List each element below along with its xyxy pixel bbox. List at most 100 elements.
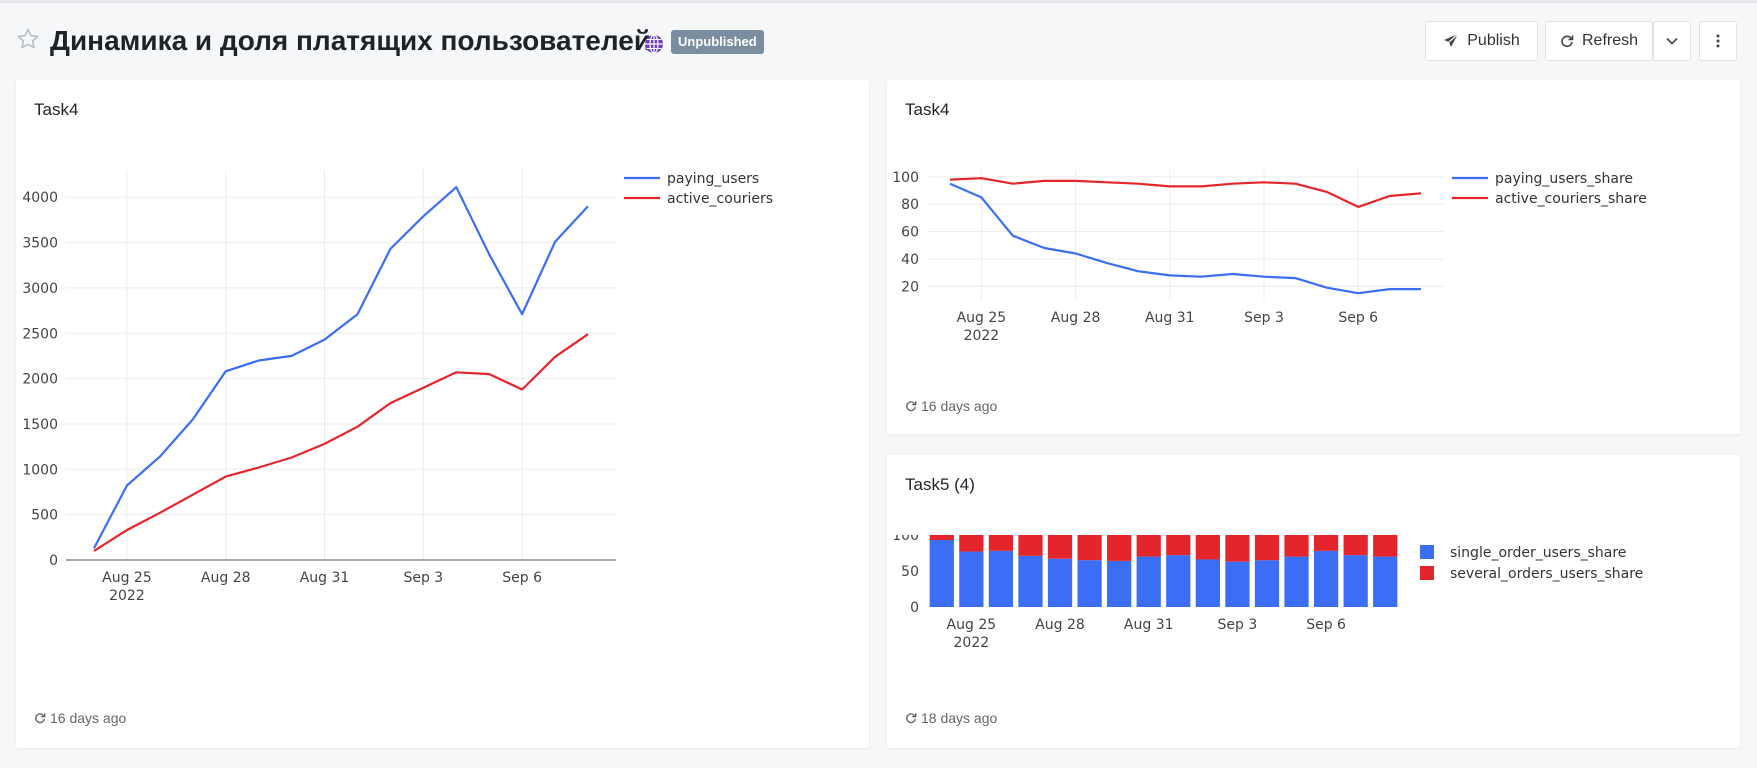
stacked-bar-chart-order-shares: 0 50 100 Aug 25 2022 Aug 28 Aug 31 Sep 3 Sep 6 si… [892,535,1643,651]
last-updated-text: 18 days ago [921,710,998,726]
series-line-paying_users_share [949,182,1421,295]
x-tick-label: Aug 28 [201,570,251,586]
publish-label: Publish [1467,32,1520,49]
card-footer: 18 days ago [905,710,997,726]
more-actions-button[interactable] [1699,21,1737,61]
y-tick-label: 50 [901,564,919,580]
bar-single_order_users_share [1107,560,1132,607]
y-tick-label: 1500 [22,417,58,433]
x-tick-label: Sep 6 [1338,310,1378,326]
globe-icon [645,34,663,54]
bar-single_order_users_share [988,550,1014,607]
refresh-button[interactable]: Refresh [1545,21,1653,61]
x-tick-sublabel: 2022 [109,588,145,604]
card-title: Task5 (4) [905,475,975,494]
x-tick-sublabel: 2022 [964,328,1000,344]
y-tick-label: 2500 [22,326,58,342]
y-tick-label: 100 [892,535,919,544]
bar-several_orders_users_share [1313,535,1339,551]
bar-several_orders_users_share [1107,535,1132,561]
y-tick-label: 3000 [22,281,58,297]
bar-several_orders_users_share [1254,535,1280,561]
bar-several_orders_users_share [1225,535,1250,562]
bar-several_orders_users_share [929,535,954,541]
bar-several_orders_users_share [1166,535,1191,556]
bar-single_order_users_share [1047,558,1073,607]
bar-several_orders_users_share [988,535,1014,551]
y-tick-label: 1000 [22,462,58,478]
bar-single_order_users_share [1343,555,1368,607]
legend-swatch [1420,545,1434,559]
refresh-icon [1561,35,1574,48]
status-badge: Unpublished [671,30,764,54]
y-tick-label: 40 [901,252,919,268]
x-tick-label: Sep 3 [403,570,443,586]
publish-button[interactable]: Publish [1425,21,1538,61]
x-tick-label: Sep 6 [502,570,542,586]
bar-single_order_users_share [1166,555,1191,607]
bar-single_order_users_share [1373,556,1398,607]
page-title: Динамика и доля платящих пользователей [50,25,652,56]
bar-several_orders_users_share [1284,535,1309,557]
bar-several_orders_users_share [1343,535,1368,556]
legend-label: active_couriers_share [1495,191,1647,207]
legend-label: single_order_users_share [1450,545,1626,561]
y-tick-label: 500 [31,508,58,524]
legend-label: paying_users [667,171,759,187]
x-tick-label: Aug 25 [957,310,1007,326]
chevron-down-icon [1666,37,1678,45]
bar-single_order_users_share [929,540,954,607]
y-tick-label: 0 [910,600,919,616]
star-outline-icon[interactable] [16,27,40,51]
line-chart-shares: 20 40 60 80 100 Aug 25 2022 Aug 28 Aug 31 Sep 3 Se… [892,170,1647,344]
refresh-icon [906,401,917,412]
paper-plane-icon [1444,33,1459,47]
bar-single_order_users_share [959,551,984,607]
vertical-dots-icon [1716,34,1720,48]
y-tick-label: 4000 [22,190,58,206]
card-footer: 16 days ago [905,398,997,414]
bar-single_order_users_share [1284,556,1309,607]
line-chart-paying-users: 0 500 1000 1500 2000 2500 3000 3500 4000 Aug 25 20… [22,170,773,604]
y-tick-label: 0 [49,553,58,569]
legend-label: active_couriers [667,191,773,207]
bar-single_order_users_share [1254,560,1280,607]
bar-single_order_users_share [1136,556,1161,607]
y-tick-label: 60 [901,225,919,241]
bar-several_orders_users_share [959,535,984,552]
x-tick-label: Aug 28 [1035,617,1085,633]
bar-single_order_users_share [1313,550,1339,607]
chart-card-task5: Task5 (4) 0 50 100 Aug 25 2022 Aug 28 Aug 31 Se… [887,455,1740,748]
last-updated-text: 16 days ago [50,710,127,726]
bar-several_orders_users_share [1195,535,1220,560]
y-tick-label: 2000 [22,372,58,388]
x-tick-label: Sep 3 [1244,310,1284,326]
x-tick-label: Aug 25 [947,617,997,633]
legend-label: several_orders_users_share [1450,566,1643,582]
chart-card-task4-counts: Task4 0 500 1000 1500 2000 2500 3000 3500 4000 Au… [16,80,869,748]
refresh-label: Refresh [1581,32,1639,49]
bar-several_orders_users_share [1077,535,1102,561]
bar-several_orders_users_share [1018,535,1043,556]
x-tick-label: Sep 6 [1306,617,1346,633]
x-tick-label: Aug 31 [1145,310,1195,326]
x-tick-sublabel: 2022 [954,635,990,651]
bar-several_orders_users_share [1047,535,1073,559]
x-tick-label: Sep 3 [1218,617,1258,633]
bar-single_order_users_share [1195,559,1220,607]
bar-single_order_users_share [1225,561,1250,607]
bar-single_order_users_share [1018,555,1043,607]
y-tick-label: 20 [901,279,919,295]
bar-single_order_users_share [1077,560,1102,607]
bar-several_orders_users_share [1136,535,1161,557]
bar-several_orders_users_share [1373,535,1398,557]
legend-label: paying_users_share [1495,171,1633,187]
dashboard-header: Динамика и доля платящих пользователей U… [0,3,1757,77]
refresh-options-dropdown[interactable] [1653,21,1691,61]
legend-swatch [1420,566,1434,580]
card-title: Task4 [905,100,950,119]
card-footer: 16 days ago [34,710,126,726]
refresh-icon [35,713,46,724]
refresh-icon [906,713,917,724]
y-tick-label: 3500 [22,236,58,252]
